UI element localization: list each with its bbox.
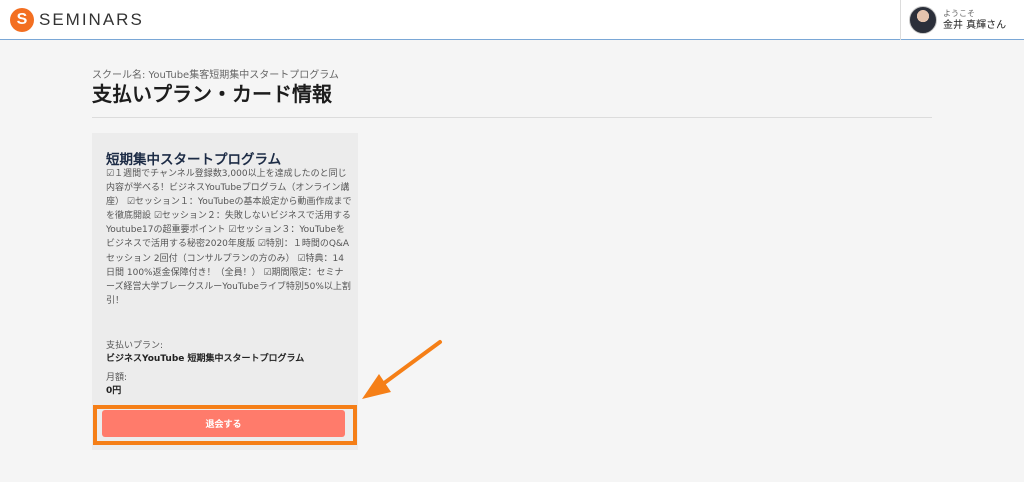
annotation-arrow-icon (362, 340, 442, 399)
